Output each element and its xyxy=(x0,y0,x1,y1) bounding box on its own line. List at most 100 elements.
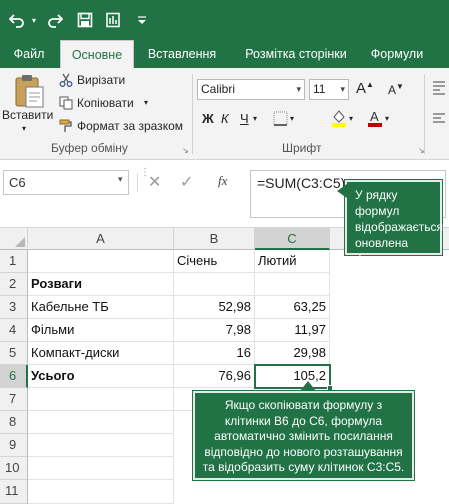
redo-icon[interactable] xyxy=(44,9,66,31)
copy-formula-callout: Якщо скопіювати формулу з клітинки B6 до… xyxy=(193,391,414,480)
row-header-7[interactable]: 7 xyxy=(0,388,28,411)
cell-a11[interactable] xyxy=(28,480,174,504)
cell-c2[interactable] xyxy=(255,273,330,296)
tab-page-layout[interactable]: Розмітка сторінки xyxy=(236,40,356,68)
name-box-value: C6 xyxy=(9,175,26,190)
copy-dropdown-icon[interactable]: ▾ xyxy=(144,98,148,107)
save-icon[interactable] xyxy=(74,9,96,31)
row-header-6[interactable]: 6 xyxy=(0,365,28,388)
cell-c3[interactable]: 63,25 xyxy=(255,296,330,319)
formula-bar-callout: У рядку формул відображається оновлена ф… xyxy=(345,180,443,266)
cell-a4[interactable]: Фільми xyxy=(28,319,174,342)
customize-qat-icon[interactable] xyxy=(135,9,149,31)
cell-b3[interactable]: 52,98 xyxy=(174,296,255,319)
underline-dropdown-icon[interactable]: ▾ xyxy=(253,114,257,123)
row-header-4[interactable]: 4 xyxy=(0,319,28,342)
italic-button[interactable]: К xyxy=(221,111,229,126)
cut-button[interactable]: Вирізати xyxy=(77,73,125,87)
cell-a1[interactable] xyxy=(28,250,174,273)
undo-icon[interactable] xyxy=(6,9,28,31)
active-cell-selection xyxy=(254,364,331,389)
paste-button[interactable]: Вставити xyxy=(2,108,53,122)
cancel-icon[interactable]: ✕ xyxy=(148,172,161,192)
tab-insert[interactable]: Вставлення xyxy=(140,40,224,68)
fill-color-icon[interactable] xyxy=(331,109,347,130)
format-painter-icon[interactable] xyxy=(59,119,73,136)
formula-value: =SUM(C3:C5) xyxy=(257,175,346,191)
cell-b6[interactable]: 76,96 xyxy=(174,365,255,388)
select-all-corner[interactable] xyxy=(0,228,28,250)
formula-bar-callout-text: У рядку формул відображається оновлена ф… xyxy=(355,188,444,266)
ribbon: Вставити ▾ Вирізати Копіювати ▾ Формат з… xyxy=(0,68,449,160)
borders-dropdown-icon[interactable]: ▾ xyxy=(290,114,294,123)
decrease-font-size-icon[interactable]: A▼ xyxy=(388,82,404,97)
group-separator xyxy=(424,74,425,154)
font-size-value: 11 xyxy=(313,82,326,96)
column-header-a[interactable]: A xyxy=(28,228,174,250)
align-icon[interactable] xyxy=(432,112,446,129)
insert-function-icon[interactable]: fx xyxy=(218,173,227,189)
row-header-2[interactable]: 2 xyxy=(0,273,28,296)
cell-a2[interactable]: Розваги xyxy=(28,273,174,296)
group-separator xyxy=(192,74,193,154)
enter-icon[interactable]: ✓ xyxy=(180,172,193,192)
fill-color-dropdown-icon[interactable]: ▾ xyxy=(349,114,353,123)
column-header-b[interactable]: B xyxy=(174,228,255,250)
font-color-dropdown-icon[interactable]: ▾ xyxy=(385,114,389,123)
format-painter-button[interactable]: Формат за зразком xyxy=(77,119,183,133)
ribbon-tabs: Файл Основне Вставлення Розмітка сторінк… xyxy=(0,40,449,68)
cell-a8[interactable] xyxy=(28,411,174,434)
touch-mode-icon[interactable] xyxy=(102,9,124,31)
cell-c5[interactable]: 29,98 xyxy=(255,342,330,365)
copy-icon[interactable] xyxy=(59,96,73,113)
name-box[interactable]: C6 xyxy=(3,170,129,195)
cell-c4[interactable]: 11,97 xyxy=(255,319,330,342)
svg-text:A: A xyxy=(370,109,379,124)
row-header-5[interactable]: 5 xyxy=(0,342,28,365)
undo-dropdown-icon[interactable]: ▾ xyxy=(29,9,39,31)
font-group-label: Шрифт xyxy=(282,141,322,155)
cut-icon[interactable] xyxy=(59,73,73,90)
wrap-icon[interactable] xyxy=(432,80,446,99)
cell-b1[interactable]: Січень xyxy=(174,250,255,273)
cell-a5[interactable]: Компакт-диски xyxy=(28,342,174,365)
row-header-1[interactable]: 1 xyxy=(0,250,28,273)
clipboard-launcher-icon[interactable]: ↘ xyxy=(182,147,190,155)
chevron-down-icon: ▾ xyxy=(296,84,301,94)
callout-pointer-icon xyxy=(300,381,316,391)
increase-font-size-icon[interactable]: A▲ xyxy=(356,80,374,97)
bold-button[interactable]: Ж xyxy=(202,111,214,126)
borders-icon[interactable] xyxy=(273,111,288,129)
splitter-grip-icon[interactable]: ⋮ xyxy=(140,168,150,178)
cell-a3[interactable]: Кабельне ТБ xyxy=(28,296,174,319)
callout-pointer-icon xyxy=(337,184,347,198)
font-size-select[interactable]: 11 ▾ xyxy=(309,79,349,100)
row-header-8[interactable]: 8 xyxy=(0,411,28,434)
cell-a6[interactable]: Усього xyxy=(28,365,174,388)
row-header-9[interactable]: 9 xyxy=(0,434,28,457)
column-header-c[interactable]: C xyxy=(255,228,330,250)
cell-b5[interactable]: 16 xyxy=(174,342,255,365)
copy-button[interactable]: Копіювати xyxy=(77,96,134,110)
clipboard-group-label: Буфер обміну xyxy=(51,141,128,155)
underline-button[interactable]: Ч xyxy=(240,111,249,126)
cell-b4[interactable]: 7,98 xyxy=(174,319,255,342)
cell-b2[interactable] xyxy=(174,273,255,296)
cell-c1[interactable]: Лютий xyxy=(255,250,330,273)
name-box-dropdown-icon[interactable]: ▾ xyxy=(118,174,123,185)
tab-home[interactable]: Основне xyxy=(60,40,134,68)
tab-file[interactable]: Файл xyxy=(0,40,58,68)
divider xyxy=(137,174,138,192)
cell-a10[interactable] xyxy=(28,457,174,480)
font-name-select[interactable]: Calibri ▾ xyxy=(197,79,305,100)
paste-icon[interactable] xyxy=(12,73,46,109)
chevron-down-icon: ▾ xyxy=(340,84,345,94)
row-header-3[interactable]: 3 xyxy=(0,296,28,319)
cell-a9[interactable] xyxy=(28,434,174,457)
tab-formulas[interactable]: Формули xyxy=(366,40,428,68)
cell-a7[interactable] xyxy=(28,388,174,411)
row-header-10[interactable]: 10 xyxy=(0,457,28,480)
font-color-icon[interactable]: A xyxy=(367,109,383,130)
paste-dropdown-icon[interactable]: ▾ xyxy=(22,124,26,133)
row-header-11[interactable]: 11 xyxy=(0,480,28,504)
